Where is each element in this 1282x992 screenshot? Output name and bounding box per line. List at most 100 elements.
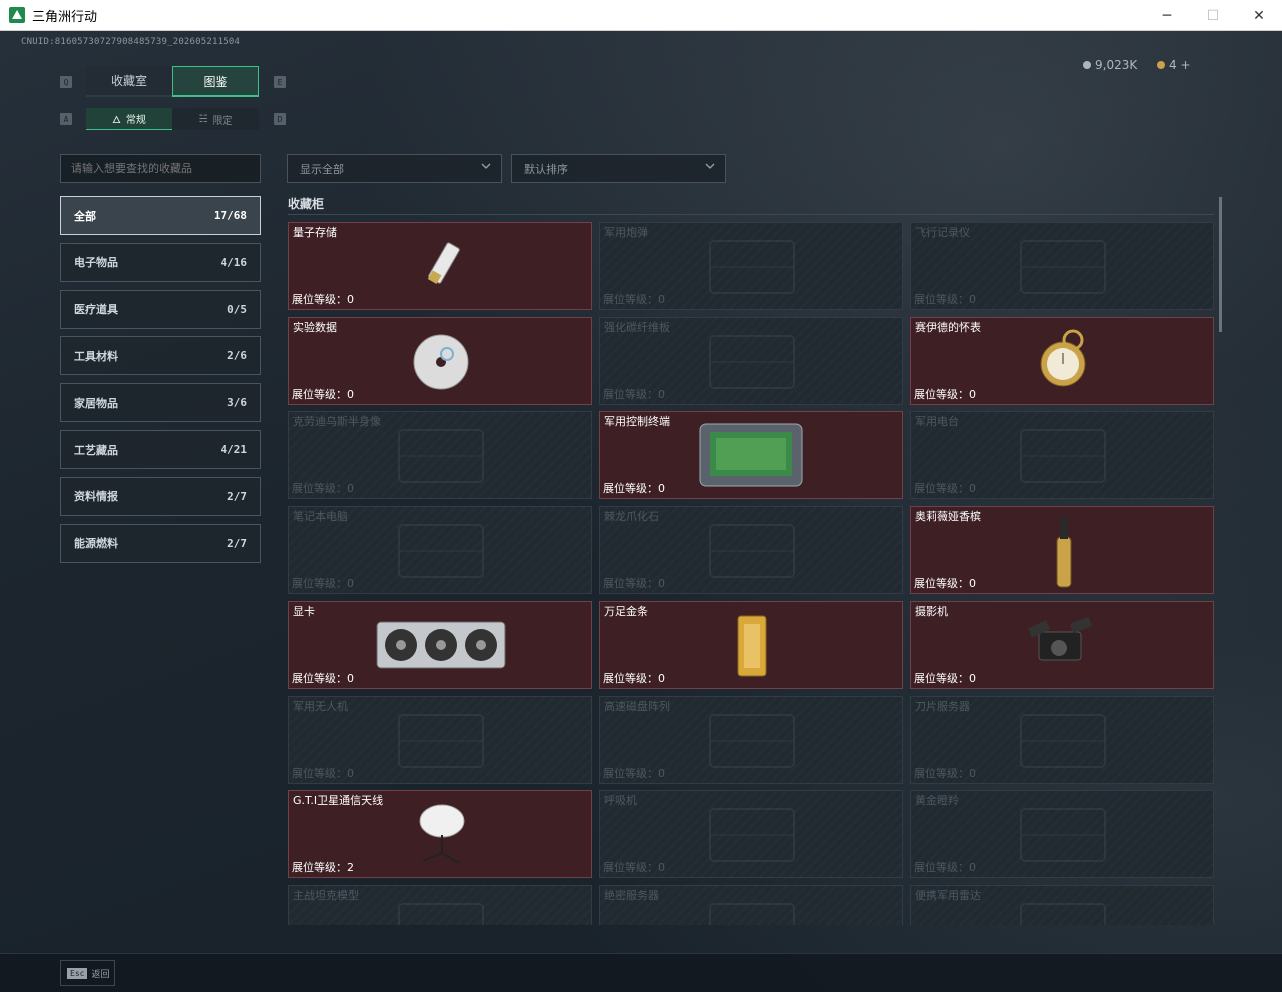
app-logo-icon [9, 7, 25, 23]
card-level: 展位等级：0 [914, 387, 976, 401]
game-screen: CNUID:8160573072790848573​9_202605211504… [0, 31, 1282, 992]
card-level: 展位等级：0 [603, 861, 665, 875]
category-item[interactable]: 家居物品 3/6 [60, 383, 261, 423]
card-name: 克劳迪乌斯半身像 [293, 415, 381, 429]
category-label: 电子物品 [74, 256, 118, 270]
collection-card[interactable]: 呼吸机展位等级：0 [599, 790, 903, 879]
card-name: 主战坦克模型 [293, 888, 359, 902]
collection-card[interactable]: G.T.I卫星通信天线 展位等级：2 [288, 790, 592, 879]
window-titlebar: 三角洲行动 ─ ☐ ✕ [0, 0, 1282, 31]
card-level: 展位等级：0 [292, 293, 354, 306]
collection-card[interactable]: 实验数据 展位等级：0 [288, 316, 592, 405]
card-level: 展位等级：0 [914, 861, 976, 875]
card-level: 展位等级：0 [914, 577, 976, 591]
bottom-bar [0, 953, 1282, 992]
card-name: 呼吸机 [604, 794, 637, 808]
gold-coin-icon [1157, 61, 1165, 69]
collection-card[interactable]: 笔记本电脑 展位等级：0 [288, 506, 592, 595]
collection-card[interactable]: 万足金条 展位等级：0 [599, 600, 903, 689]
card-level: 展位等级：0 [914, 482, 976, 496]
card-level: 展位等级：0 [603, 671, 665, 685]
category-item[interactable]: 工具材料 2/6 [60, 336, 261, 376]
collection-card[interactable]: 摄影机 展位等级：0 [910, 600, 1214, 689]
collection-card[interactable]: 高速磁盘阵列 展位等级：0 [599, 695, 903, 784]
window-title: 三角洲行动 [32, 9, 98, 25]
subtab-limited[interactable]: ☵ 限定 [172, 108, 259, 130]
currency-silver: 9,023K [1083, 58, 1137, 72]
collection-card[interactable]: 克劳迪乌斯半身像 展位等级：0 [288, 411, 592, 500]
collection-card[interactable]: 刀片服务器 展位等级：0 [910, 695, 1214, 784]
search-input[interactable] [60, 154, 261, 183]
category-item[interactable]: 资料情报 2/7 [60, 476, 261, 516]
collection-card[interactable]: 军用无人机 展位等级：0 [288, 695, 592, 784]
collection-card[interactable]: 飞行记录仪 展位等级：0 [910, 222, 1214, 310]
card-name: 摄影机 [915, 604, 948, 618]
card-level: 展位等级：0 [292, 766, 354, 780]
card-name: 刀片服务器 [915, 699, 970, 713]
collection-card[interactable]: 量子存储展位等级：0 [288, 222, 592, 310]
chevron-down-icon [481, 163, 491, 169]
category-item[interactable]: 全部 17/68 [60, 196, 261, 235]
collection-card[interactable]: 军用电台 展位等级：0 [910, 411, 1214, 500]
collection-card[interactable]: 军用控制终端 展位等级：0 [599, 411, 903, 500]
collection-card[interactable]: 军用炮弹 展位等级：0 [599, 222, 903, 310]
section-divider [288, 214, 1214, 215]
regular-icon: 🜂 [112, 115, 121, 126]
collection-card[interactable]: 黄金瞪羚 展位等级：0 [910, 790, 1214, 879]
collection-card[interactable]: 强化碳纤维板 展位等级：0 [599, 316, 903, 405]
collection-card[interactable]: 主战坦克模型 [288, 884, 592, 925]
card-level: 展位等级：0 [603, 293, 665, 306]
category-label: 全部 [74, 209, 96, 223]
card-name: G.T.I卫星通信天线 [293, 794, 384, 808]
card-name: 显卡 [293, 604, 315, 618]
card-name: 量子存储 [293, 226, 337, 239]
category-count: 2/6 [227, 349, 247, 363]
card-level: 展位等级：0 [603, 577, 665, 591]
subtab-regular[interactable]: 🜂 常规 [86, 108, 172, 130]
player-uid: CNUID:8160573072790848573​9_202605211504 [21, 37, 241, 47]
minimize-button[interactable]: ─ [1144, 0, 1190, 31]
category-item[interactable]: 工艺藏品 4/21 [60, 430, 261, 469]
card-name: 赛伊德的怀表 [915, 320, 981, 334]
back-button[interactable]: Esc 返回 [60, 960, 115, 986]
card-name: 飞行记录仪 [915, 226, 970, 239]
category-item[interactable]: 医疗道具 0/5 [60, 289, 261, 329]
category-item[interactable]: 电子物品 4/16 [60, 242, 261, 282]
collection-grid: 量子存储 展位等级：0 军用炮弹 展位等级：0 飞行记录仪 展位等级：0 实验数据 展位等级：… [288, 222, 1214, 925]
card-level: 展位等级：2 [292, 861, 354, 875]
back-label: 返回 [91, 969, 110, 980]
collection-card[interactable]: 棘龙爪化石 展位等级：0 [599, 506, 903, 595]
category-label: 能源燃料 [74, 537, 118, 551]
scrollbar[interactable] [1219, 197, 1222, 332]
card-name: 高速磁盘阵列 [604, 699, 670, 713]
key-hint-e: E [274, 76, 286, 88]
category-label: 家居物品 [74, 396, 118, 410]
close-button[interactable]: ✕ [1236, 0, 1282, 31]
key-hint-a: A [60, 113, 72, 125]
card-name: 绝密服务器 [604, 888, 659, 902]
sort-dropdown-value: 默认排序 [524, 162, 568, 176]
collection-card[interactable]: 绝密服务器 [599, 884, 903, 925]
filter-dropdown[interactable]: 显示全部 [287, 154, 502, 183]
silver-amount: 9,023K [1095, 58, 1138, 72]
card-level: 展位等级：0 [292, 577, 354, 591]
currency-gold[interactable]: 4 + [1157, 58, 1191, 72]
card-name: 实验数据 [293, 320, 337, 334]
sort-dropdown[interactable]: 默认排序 [511, 154, 726, 183]
category-label: 资料情报 [74, 490, 118, 504]
collection-card[interactable]: 便携军用雷达 [910, 884, 1214, 925]
chevron-down-icon [705, 163, 715, 169]
limited-icon: ☵ [198, 113, 208, 125]
key-hint-d: D [274, 113, 286, 125]
window-controls: ─ ☐ ✕ [1144, 0, 1282, 31]
collection-card[interactable]: 奥莉薇娅香槟 展位等级：0 [910, 506, 1214, 595]
tab-codex[interactable]: 图鉴 [172, 66, 259, 97]
esc-key-icon: Esc [67, 967, 88, 979]
collection-card[interactable]: 赛伊德的怀表 展位等级：0 [910, 316, 1214, 405]
tab-collection-room[interactable]: 收藏室 [86, 66, 172, 97]
category-item[interactable]: 能源燃料 2/7 [60, 523, 261, 563]
maximize-button[interactable]: ☐ [1190, 0, 1236, 31]
collection-card[interactable]: 显卡 展位等级：0 [288, 600, 592, 689]
category-label: 医疗道具 [74, 303, 118, 317]
section-title: 收藏柜 [288, 197, 325, 211]
